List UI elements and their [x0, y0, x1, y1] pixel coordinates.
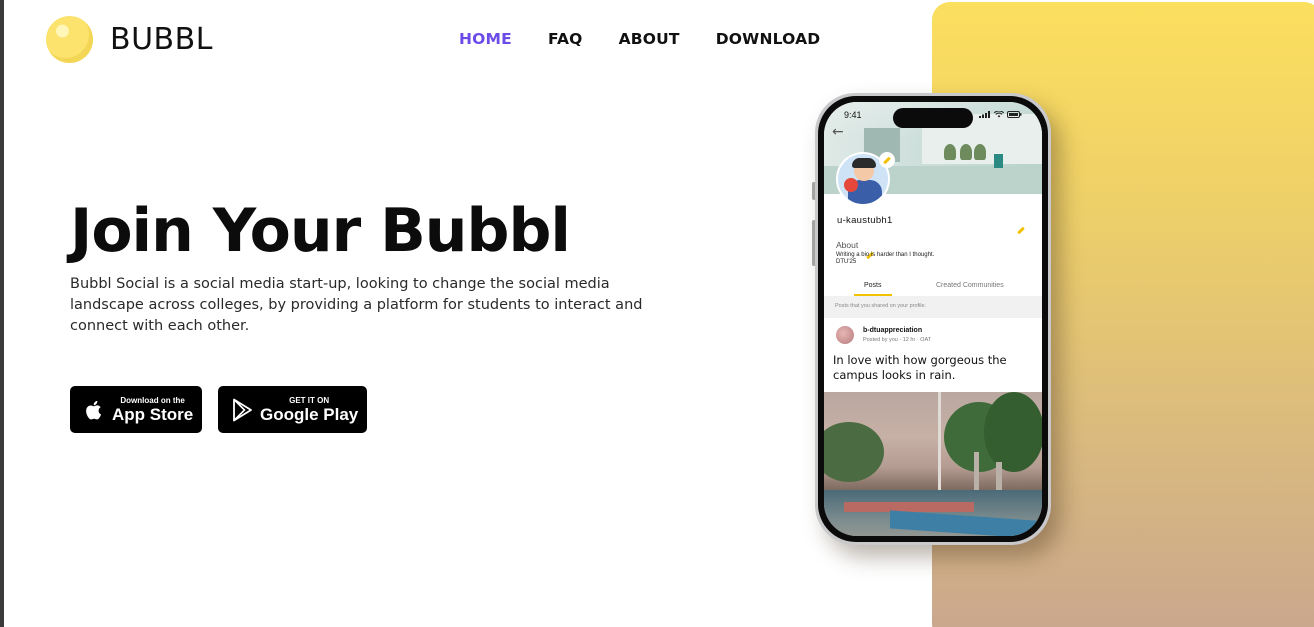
tab-posts[interactable]: Posts: [864, 282, 882, 289]
google-play-small-label: GET IT ON: [289, 395, 330, 405]
about-label: About: [836, 240, 859, 250]
back-arrow-icon[interactable]: ←: [832, 124, 844, 140]
google-play-label: Google Play: [260, 404, 359, 424]
nav-download[interactable]: DOWNLOAD: [716, 30, 821, 48]
window-edge: [0, 0, 4, 627]
edit-avatar-icon[interactable]: [879, 152, 895, 168]
nav-about[interactable]: ABOUT: [619, 30, 680, 48]
nav-faq[interactable]: FAQ: [548, 30, 583, 48]
app-store-small-label: Download on the: [120, 395, 185, 405]
status-time: 9:41: [844, 110, 862, 120]
status-icons: [979, 111, 1022, 118]
phone-screen: 9:41 ← u-kaustubh1 About Writing a bio i…: [824, 102, 1042, 536]
google-play-icon: [230, 397, 256, 423]
hero-title: Join Your Bubbl: [70, 196, 571, 266]
apple-icon: [82, 397, 108, 423]
nav-home[interactable]: HOME: [459, 30, 512, 48]
profile-username: u-kaustubh1: [837, 215, 893, 226]
post-community-name[interactable]: b-dtuappreciation: [863, 327, 922, 334]
dynamic-island: [893, 108, 973, 128]
tab-created-communities[interactable]: Created Communities: [936, 282, 1004, 289]
brand-name: BUBBL: [110, 22, 213, 57]
main-nav: HOME FAQ ABOUT DOWNLOAD: [459, 30, 856, 48]
app-store-label: App Store: [112, 404, 194, 424]
edit-username-icon[interactable]: [1017, 217, 1025, 236]
post-text: In love with how gorgeous the campus loo…: [833, 353, 1007, 382]
signal-icon: [979, 111, 990, 118]
community-avatar[interactable]: [836, 326, 854, 344]
hero-description: Bubbl Social is a social media start-up,…: [70, 276, 643, 334]
bubble-logo-icon: [46, 16, 93, 63]
post-image[interactable]: [824, 392, 1042, 536]
phone-mockup: 9:41 ← u-kaustubh1 About Writing a bio i…: [815, 93, 1051, 545]
profile-tabs: Posts Created Communities: [824, 278, 1042, 296]
google-play-button[interactable]: GET IT ON Google Play: [218, 386, 367, 433]
tab-hint-bar: Posts that you shared on your profile.: [824, 296, 1042, 318]
app-store-button[interactable]: Download on the App Store: [70, 386, 202, 433]
brand-logo[interactable]: BUBBL: [46, 16, 213, 63]
post-meta: Posted by you · 12 hr · OAT: [863, 337, 932, 343]
battery-icon: [1007, 111, 1022, 118]
profile-bio: Writing a bio is harder than I thought. …: [836, 252, 935, 265]
wifi-icon: [994, 111, 1004, 118]
tab-hint-text: Posts that you shared on your profile.: [835, 303, 927, 309]
